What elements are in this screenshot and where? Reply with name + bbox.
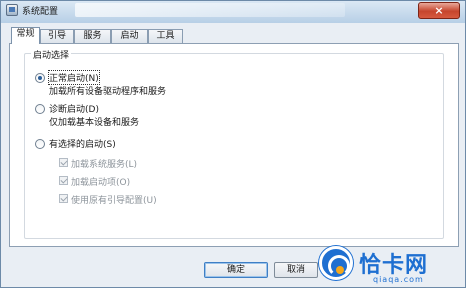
system-config-window: 系统配置 × 常规 引导 服务 启动 工具 启动选择 正常启动(N) 加载所有设…	[0, 0, 466, 288]
ok-button[interactable]: 确定	[204, 262, 268, 278]
general-tab-panel: 启动选择 正常启动(N) 加载所有设备驱动程序和服务 诊断启动(D) 仅加载基本…	[9, 43, 459, 247]
diagnostic-startup-description: 仅加载基本设备和服务	[49, 118, 140, 128]
cancel-button[interactable]: 取消	[274, 262, 318, 278]
tab-boot[interactable]: 引导	[40, 29, 74, 43]
use-original-boot-config-label: 使用原有引导配置(U)	[71, 196, 157, 206]
tab-general[interactable]: 常规	[11, 27, 40, 44]
load-system-services-label: 加载系统服务(L)	[71, 160, 138, 170]
load-system-services-checkbox[interactable]	[59, 158, 68, 167]
tab-services[interactable]: 服务	[74, 29, 111, 43]
title-bar[interactable]: 系统配置 ×	[1, 1, 465, 23]
normal-startup-description: 加载所有设备驱动程序和服务	[49, 87, 167, 97]
startup-selection-group: 启动选择 正常启动(N) 加载所有设备驱动程序和服务 诊断启动(D) 仅加载基本…	[24, 48, 444, 239]
watermark-url: qiaqa.com	[373, 275, 424, 284]
normal-startup-radio[interactable]	[35, 73, 45, 83]
close-button[interactable]: ×	[418, 2, 460, 19]
use-original-boot-config-checkbox[interactable]	[59, 194, 68, 203]
diagnostic-startup-label[interactable]: 诊断启动(D)	[49, 102, 99, 115]
normal-startup-label[interactable]: 正常启动(N)	[48, 70, 100, 85]
selective-startup-label[interactable]: 有选择的启动(S)	[49, 137, 116, 150]
load-startup-items-label: 加载启动项(O)	[71, 178, 131, 188]
system-config-icon	[6, 4, 18, 16]
title-blur-region	[75, 3, 345, 17]
tab-tools[interactable]: 工具	[148, 29, 183, 43]
load-startup-items-checkbox[interactable]	[59, 176, 68, 185]
watermark-logo-icon	[319, 246, 353, 280]
diagnostic-startup-radio[interactable]	[35, 104, 45, 114]
watermark-logo: 恰卡网 qiaqa.com	[313, 244, 466, 288]
selective-startup-radio[interactable]	[35, 139, 45, 149]
tab-startup[interactable]: 启动	[111, 29, 148, 43]
window-title: 系统配置	[22, 7, 59, 17]
startup-selection-title: 启动选择	[31, 48, 72, 61]
